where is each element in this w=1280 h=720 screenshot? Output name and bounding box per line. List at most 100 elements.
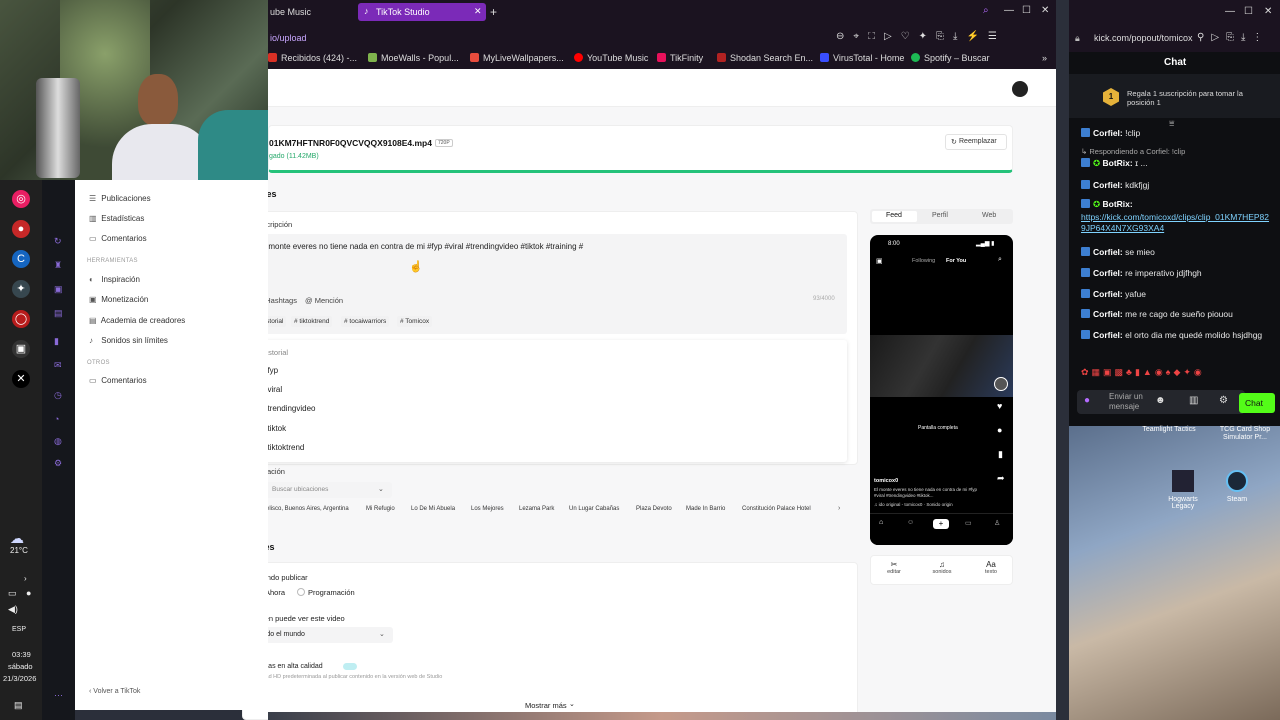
back-to-tiktok-link[interactable]: ‹ Volver a TikTok bbox=[89, 688, 140, 695]
app-c-icon[interactable]: C bbox=[12, 250, 30, 268]
side-panel-icon[interactable]: ✉ bbox=[54, 360, 62, 371]
description-input[interactable]: El monte everes no tiene nada en contra … bbox=[253, 234, 847, 334]
desktop-icon-hogwarts[interactable]: Hogwarts Legacy bbox=[1157, 470, 1209, 510]
chevron-right-icon[interactable]: › bbox=[838, 505, 840, 512]
desktop-icon-tcg[interactable]: TCG Card Shop Simulator Pr... bbox=[1209, 426, 1280, 442]
side-panel-icon[interactable]: ↻ bbox=[54, 236, 62, 247]
chat-url[interactable]: kick.com/popout/tomicox bbox=[1094, 33, 1193, 43]
app-ring-icon[interactable]: ◯ bbox=[12, 310, 30, 328]
tag-tiktoktrend[interactable]: # tiktoktrend bbox=[291, 316, 333, 327]
location-chip[interactable]: Lo De Mi Abuela bbox=[411, 506, 455, 512]
emoji-icon[interactable]: ☻ bbox=[1155, 395, 1166, 406]
store-icon[interactable]: ▥ bbox=[1189, 395, 1198, 406]
settings-icon[interactable]: ⚙ bbox=[54, 458, 62, 469]
location-chip[interactable]: Un Lugar Cabañas bbox=[569, 506, 619, 512]
privacy-select[interactable]: Todo el mundo ⌄ bbox=[253, 627, 393, 643]
chevron-right-icon[interactable]: › bbox=[24, 574, 27, 583]
desktop-icon-teamlight[interactable]: Teamlight Tactics bbox=[1131, 426, 1207, 433]
clock-time[interactable]: 03:39 bbox=[12, 650, 31, 659]
side-panel-icon[interactable]: ▣ bbox=[54, 284, 63, 295]
replace-button[interactable]: ↻ Reemplazar bbox=[945, 134, 1007, 150]
tab-tiktok-studio[interactable]: ♪ TikTok Studio ✕ bbox=[358, 3, 486, 21]
language-indicator[interactable]: ESP bbox=[12, 626, 26, 633]
maximize-icon[interactable]: ☐ bbox=[1022, 5, 1031, 16]
emote-bar[interactable]: ✿▦▣▩♣▮▲◉♠◆✦◉ bbox=[1081, 367, 1271, 381]
location-chip[interactable]: Obelisco, Buenos Aires, Argentina bbox=[258, 506, 349, 512]
mic-icon[interactable]: ● bbox=[1084, 395, 1090, 406]
hq-upload-toggle[interactable] bbox=[343, 663, 357, 670]
edit-tool-button[interactable]: ✂ editar bbox=[879, 560, 909, 575]
text-tool-button[interactable]: Aa texto bbox=[976, 560, 1006, 575]
location-chip[interactable]: Los Mejores bbox=[471, 506, 504, 512]
side-panel-more-icon[interactable]: ⋯ bbox=[54, 690, 63, 701]
bookmark-mylivewallpapers[interactable]: MyLiveWallpapers... bbox=[470, 53, 564, 63]
location-chip[interactable]: Plaza Devoto bbox=[636, 506, 672, 512]
bookmark-virustotal[interactable]: VirusTotal - Home bbox=[820, 53, 904, 63]
maximize-icon[interactable]: ☐ bbox=[1244, 6, 1253, 17]
clip-link[interactable]: https://kick.com/tomicoxd/clips/clip_01K… bbox=[1081, 212, 1271, 234]
settings-icon[interactable]: ⚙ bbox=[1219, 395, 1228, 406]
capcut-icon[interactable]: ▣ bbox=[12, 340, 30, 358]
url-text[interactable]: io/upload bbox=[270, 33, 307, 43]
tab-profile[interactable]: Perfil bbox=[932, 212, 948, 219]
mic-icon[interactable]: ● bbox=[26, 588, 31, 598]
desktop-icon-steam[interactable]: Steam bbox=[1217, 470, 1257, 503]
bookmark-tikfinity[interactable]: TikFinity bbox=[657, 53, 703, 63]
nav-estadisticas[interactable]: ▥ Estadísticas bbox=[89, 214, 144, 223]
nav-academia[interactable]: ▤ Academia de creadores bbox=[89, 316, 185, 325]
search-tabs-icon[interactable]: ⌕ bbox=[983, 5, 989, 16]
show-more-button[interactable]: Mostrar más bbox=[525, 701, 567, 710]
chat-input[interactable]: ● Enviar un mensaje ☻ ▥ ⚙ bbox=[1077, 390, 1245, 414]
location-chip[interactable]: Lezama Park bbox=[519, 506, 554, 512]
mention-button[interactable]: @ Mención bbox=[305, 296, 343, 305]
minimize-icon[interactable]: — bbox=[1004, 5, 1014, 16]
nav-comentarios[interactable]: ▭ Comentarios bbox=[89, 234, 147, 243]
tag-tocaiwarriors[interactable]: # tocaiwarriors bbox=[341, 316, 390, 327]
nav-monetizacion[interactable]: ▣ Monetización bbox=[89, 295, 148, 304]
bookmark-shodan[interactable]: Shodan Search En... bbox=[717, 53, 813, 63]
bookmark-spotify[interactable]: Spotify – Buscar bbox=[911, 53, 990, 63]
bookmarks-overflow-icon[interactable]: » bbox=[1042, 53, 1047, 63]
network-icon[interactable]: ▭ bbox=[8, 588, 17, 599]
chat-extension-icons[interactable]: ⚲▷⎘⤓⋮ bbox=[1197, 32, 1269, 43]
side-panel-icon[interactable]: ◍ bbox=[54, 436, 62, 447]
notifications-icon[interactable]: ▤ bbox=[14, 700, 23, 711]
nav-inspiracion[interactable]: ◐ Inspiración bbox=[89, 275, 140, 284]
location-chip[interactable]: Made In Barrio bbox=[686, 506, 725, 512]
location-chip[interactable]: Constitución Palace Hotel bbox=[742, 506, 811, 512]
avatar[interactable] bbox=[1012, 81, 1028, 97]
app-red-icon[interactable]: ● bbox=[12, 220, 30, 238]
nav-comentarios-otros[interactable]: ▭ Comentarios bbox=[89, 376, 147, 385]
tab-feed[interactable]: Feed bbox=[872, 211, 917, 222]
volume-icon[interactable]: ◀) bbox=[8, 604, 18, 615]
bookmark-youtube-music[interactable]: YouTube Music bbox=[574, 53, 648, 63]
side-panel-icon[interactable]: ◷ bbox=[54, 390, 62, 401]
history-item[interactable]: #tiktoktrend bbox=[263, 443, 304, 452]
x-icon[interactable]: ✕ bbox=[12, 370, 30, 388]
new-tab-icon[interactable]: + bbox=[490, 5, 497, 19]
side-panel-icon[interactable]: ♜ bbox=[54, 260, 62, 271]
history-item[interactable]: #trendingvideo bbox=[263, 404, 315, 413]
location-search-input[interactable]: ⚲ Buscar ubicaciones ⌄ bbox=[252, 482, 392, 498]
bookmark-gmail[interactable]: Recibidos (424) -... bbox=[268, 53, 357, 63]
sounds-tool-button[interactable]: ♫ sonidos bbox=[927, 560, 957, 575]
radio-schedule[interactable] bbox=[297, 588, 305, 596]
send-chat-button[interactable]: Chat bbox=[1239, 393, 1275, 413]
tab-web[interactable]: Web bbox=[982, 212, 996, 219]
side-panel-icon[interactable]: ▤ bbox=[54, 308, 63, 319]
app-tool-icon[interactable]: ✦ bbox=[12, 280, 30, 298]
twitch-icon[interactable]: ▮ bbox=[54, 336, 59, 347]
minimize-icon[interactable]: — bbox=[1225, 6, 1235, 17]
nav-sonidos[interactable]: ♪ Sonidos sin límites bbox=[89, 336, 168, 345]
nav-publicaciones[interactable]: ☰ Publicaciones bbox=[89, 194, 151, 203]
tab-youtube-music[interactable]: ube Music bbox=[270, 7, 311, 17]
bookmark-moewalls[interactable]: MoeWalls - Popul... bbox=[368, 53, 459, 63]
tab-close-icon[interactable]: ✕ bbox=[474, 6, 482, 17]
extension-icons[interactable]: ⊖⌖⛶▷♡✦⎘⤓⚡☰ bbox=[836, 31, 1006, 42]
gift-sub-banner[interactable]: 1 Regala 1 suscripción para tomar la pos… bbox=[1069, 74, 1280, 118]
instagram-icon[interactable]: ◎ bbox=[12, 190, 30, 208]
close-window-icon[interactable]: ✕ bbox=[1264, 6, 1272, 17]
location-chip[interactable]: Mi Refugio bbox=[366, 506, 395, 512]
close-window-icon[interactable]: ✕ bbox=[1041, 5, 1049, 16]
tag-tomicox[interactable]: # Tomicox bbox=[397, 316, 433, 327]
